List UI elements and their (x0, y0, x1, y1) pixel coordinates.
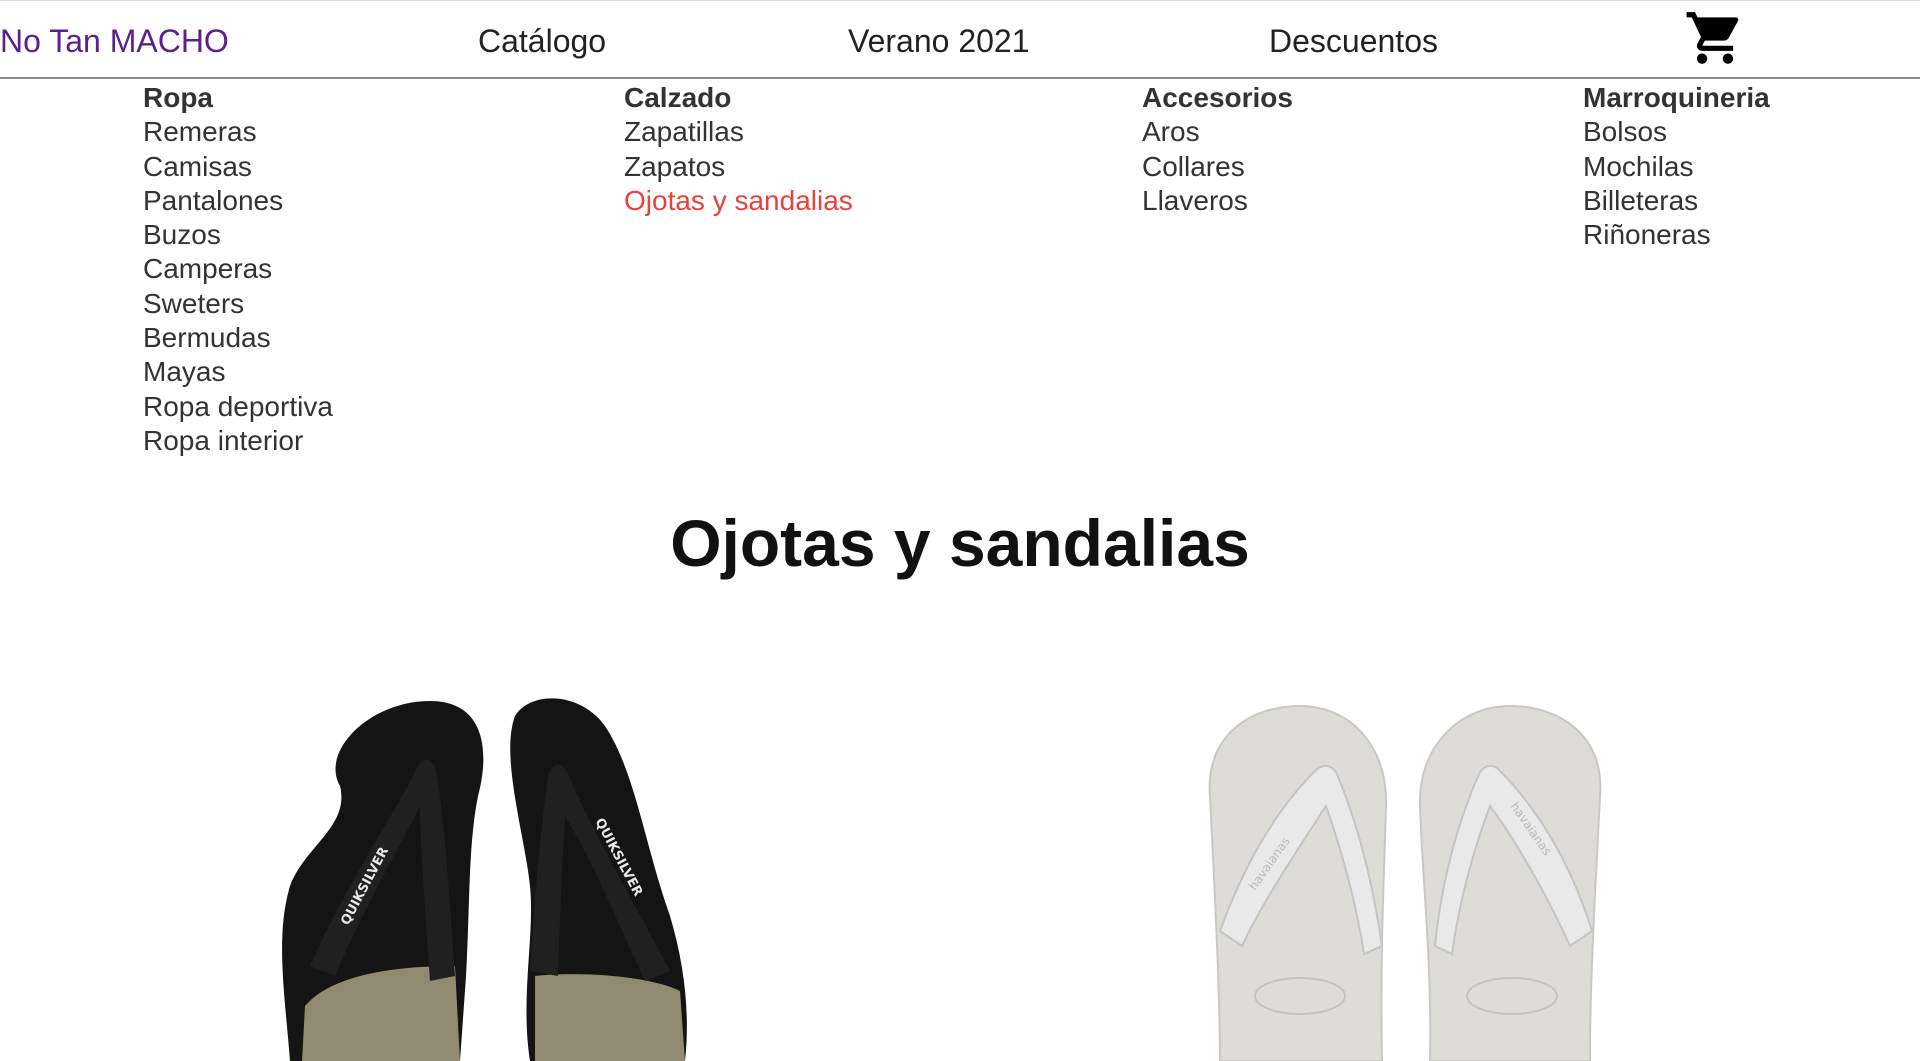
menu-item-llaveros[interactable]: Llaveros (1142, 184, 1293, 218)
menu-item-rinoneras[interactable]: Riñoneras (1583, 218, 1770, 252)
menu-item-bolsos[interactable]: Bolsos (1583, 115, 1770, 149)
menu-heading-calzado: Calzado (624, 82, 732, 113)
menu-item-zapatos[interactable]: Zapatos (624, 150, 853, 184)
menu-item-camisas[interactable]: Camisas (143, 150, 333, 184)
menu-item-ropa-deportiva[interactable]: Ropa deportiva (143, 390, 333, 424)
menu-item-billeteras[interactable]: Billeteras (1583, 184, 1770, 218)
menu-item-zapatillas[interactable]: Zapatillas (624, 115, 853, 149)
nav-link-verano-2021[interactable]: Verano 2021 (848, 23, 1030, 60)
product-card-black-flip-flops[interactable]: QUIKSILVER QUIKSILVER (230, 676, 790, 1061)
left-black-sandal: QUIKSILVER (282, 701, 484, 1061)
menu-heading-marroquineria: Marroquineria (1583, 82, 1770, 113)
menu-item-buzos[interactable]: Buzos (143, 218, 333, 252)
right-white-sandal: havaianas (1418, 704, 1602, 1061)
black-flip-flops-image: QUIKSILVER QUIKSILVER (282, 698, 687, 1061)
white-flip-flops-image: havaianas havaianas (1208, 704, 1602, 1061)
top-navigation-bar: No Tan MACHO Catálogo Verano 2021 Descue… (0, 0, 1920, 79)
menu-column-accesorios: Accesorios Aros Collares Llaveros (1142, 81, 1293, 218)
nav-link-descuentos[interactable]: Descuentos (1269, 23, 1438, 60)
right-black-sandal: QUIKSILVER (510, 698, 687, 1061)
menu-column-ropa: Ropa Remeras Camisas Pantalones Buzos Ca… (143, 81, 333, 458)
product-card-white-flip-flops[interactable]: havaianas havaianas (1150, 676, 1710, 1061)
menu-item-aros[interactable]: Aros (1142, 115, 1293, 149)
menu-item-ropa-interior[interactable]: Ropa interior (143, 424, 333, 458)
menu-item-bermudas[interactable]: Bermudas (143, 321, 333, 355)
menu-column-marroquineria: Marroquineria Bolsos Mochilas Billeteras… (1583, 81, 1770, 252)
left-white-sandal: havaianas (1208, 704, 1388, 1061)
menu-item-sweters[interactable]: Sweters (143, 287, 333, 321)
menu-heading-ropa: Ropa (143, 82, 213, 113)
menu-item-ojotas-y-sandalias[interactable]: Ojotas y sandalias (624, 184, 853, 218)
nav-link-catalogo[interactable]: Catálogo (478, 23, 606, 60)
menu-item-pantalones[interactable]: Pantalones (143, 184, 333, 218)
menu-item-mayas[interactable]: Mayas (143, 355, 333, 389)
menu-item-remeras[interactable]: Remeras (143, 115, 333, 149)
menu-column-calzado: Calzado Zapatillas Zapatos Ojotas y sand… (624, 81, 853, 218)
menu-item-collares[interactable]: Collares (1142, 150, 1293, 184)
shopping-cart-icon-svg (1686, 12, 1739, 64)
menu-heading-accesorios: Accesorios (1142, 82, 1293, 113)
brand-logo-link[interactable]: No Tan MACHO (0, 23, 229, 60)
category-mega-menu: Ropa Remeras Camisas Pantalones Buzos Ca… (0, 81, 1920, 461)
page-title: Ojotas y sandalias (670, 506, 1250, 580)
shopping-cart-icon[interactable] (1683, 7, 1747, 69)
menu-item-mochilas[interactable]: Mochilas (1583, 150, 1770, 184)
menu-item-camperas[interactable]: Camperas (143, 252, 333, 286)
